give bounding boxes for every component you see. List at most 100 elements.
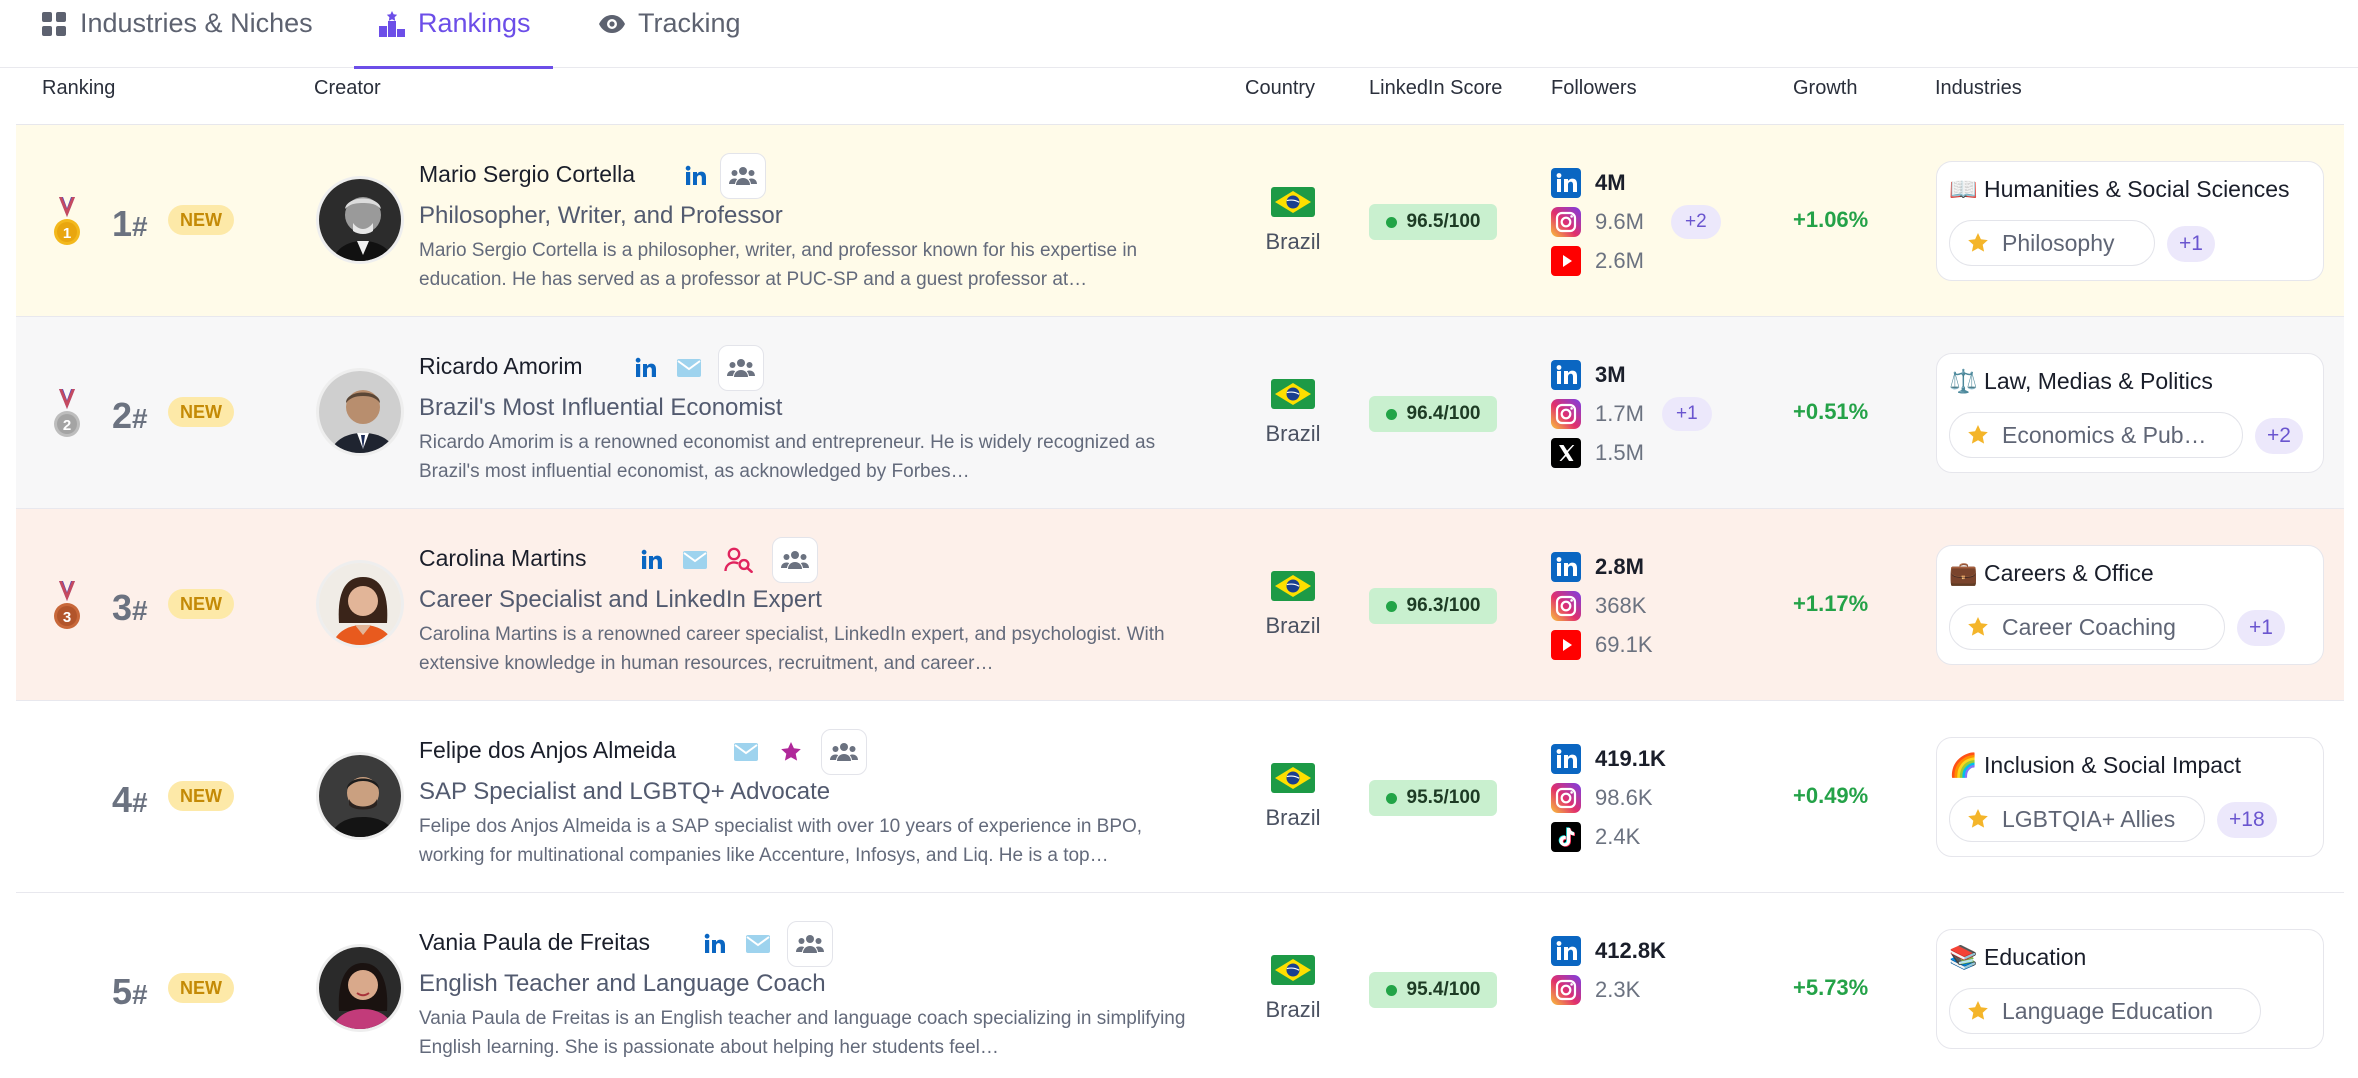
instagram-icon[interactable] <box>1551 399 1581 429</box>
more-platforms-badge[interactable]: +1 <box>1662 397 1712 431</box>
linkedin-icon[interactable] <box>634 356 658 380</box>
column-industries[interactable]: Industries <box>1935 69 2022 125</box>
youtube-icon[interactable] <box>1551 246 1581 276</box>
status-dot <box>1385 600 1397 612</box>
creator-name[interactable]: Felipe dos Anjos Almeida <box>419 737 676 764</box>
score-value: 96.4/100 <box>1406 403 1481 424</box>
industry-title[interactable]: 📚 Education <box>1949 944 2086 971</box>
x-icon[interactable] <box>1551 438 1581 468</box>
more-niches-badge[interactable]: +1 <box>2237 610 2285 646</box>
star-icon <box>1966 807 1990 831</box>
star-icon <box>1966 231 1990 255</box>
creator-name[interactable]: Carolina Martins <box>419 545 586 572</box>
industry-title[interactable]: 📖 Humanities & Social Sciences <box>1949 176 2290 203</box>
instagram-icon[interactable] <box>1551 975 1581 1005</box>
column-growth[interactable]: Growth <box>1793 69 1857 125</box>
team-button[interactable] <box>720 153 766 199</box>
table-row[interactable]: 2 2# NEW Ricardo Amorim Brazil's Most In… <box>16 317 2344 509</box>
brazil-flag-icon <box>1271 571 1315 601</box>
instagram-icon[interactable] <box>1551 207 1581 237</box>
team-button[interactable] <box>787 921 833 967</box>
instagram-icon[interactable] <box>1551 783 1581 813</box>
industry-title[interactable]: 🌈 Inclusion & Social Impact <box>1949 752 2241 779</box>
linkedin-icon[interactable] <box>1551 744 1581 774</box>
rank-number: 2# <box>112 395 148 436</box>
new-badge: NEW <box>168 589 234 619</box>
creator-description: Vania Paula de Freitas is an English tea… <box>419 1008 1186 1058</box>
team-button[interactable] <box>772 537 818 583</box>
tab-label: Industries & Niches <box>80 8 313 38</box>
niche-chip[interactable]: Economics & Pub… <box>1949 412 2243 458</box>
country-name: Brazil <box>1265 229 1321 254</box>
niche-chip[interactable]: Career Coaching <box>1949 604 2225 650</box>
tab-tracking[interactable]: Tracking <box>598 0 741 68</box>
team-icon <box>830 741 858 763</box>
table-row[interactable]: 1 1# NEW Mario Sergio Cortella Philosoph… <box>16 125 2344 317</box>
mail-icon[interactable] <box>733 742 759 762</box>
country-cell: Brazil <box>1253 379 1333 447</box>
mail-icon[interactable] <box>676 358 702 378</box>
more-niches-badge[interactable]: +18 <box>2217 802 2277 838</box>
instagram-icon[interactable] <box>1551 591 1581 621</box>
column-ranking[interactable]: Ranking <box>42 69 115 125</box>
column-country[interactable]: Country <box>1245 69 1315 125</box>
tiktok-icon[interactable] <box>1551 822 1581 852</box>
niche-chip[interactable]: Philosophy <box>1949 220 2155 266</box>
youtube-icon[interactable] <box>1551 630 1581 660</box>
team-button[interactable] <box>718 345 764 391</box>
country-name: Brazil <box>1265 997 1321 1022</box>
table-row[interactable]: 3 3# NEW Carolina Martins Career Special… <box>16 509 2344 701</box>
tab-industries-niches[interactable]: Industries & Niches <box>40 0 313 68</box>
follower-linkedin: 4M <box>1551 163 1711 202</box>
table-row[interactable]: 4# NEW Felipe dos Anjos Almeida SAP Spec… <box>16 701 2344 893</box>
star-icon <box>1966 423 1990 447</box>
creator-actions <box>634 344 764 392</box>
linkedin-icon[interactable] <box>684 164 708 188</box>
gold-medal-icon: 1 <box>54 197 80 245</box>
niche-chip[interactable]: LGBTQIA+ Allies <box>1949 796 2205 842</box>
star-icon[interactable] <box>779 740 803 764</box>
creator-name[interactable]: Ricardo Amorim <box>419 353 583 380</box>
column-followers[interactable]: Followers <box>1551 69 1637 125</box>
table-row[interactable]: 5# NEW Vania Paula de Freitas English Te… <box>16 893 2344 1078</box>
new-badge: NEW <box>168 205 234 235</box>
growth-value: +0.51% <box>1793 399 1869 424</box>
linkedin-icon[interactable] <box>1551 936 1581 966</box>
avatar[interactable] <box>316 752 404 840</box>
tab-rankings[interactable]: Rankings <box>354 0 553 69</box>
creator-name[interactable]: Mario Sergio Cortella <box>419 161 635 188</box>
column-creator[interactable]: Creator <box>314 69 381 125</box>
creator-actions <box>640 536 818 584</box>
mail-icon[interactable] <box>682 550 708 570</box>
niche-chip[interactable]: Language Education <box>1949 988 2261 1034</box>
linkedin-icon[interactable] <box>1551 168 1581 198</box>
mail-icon[interactable] <box>745 934 771 954</box>
industry-title[interactable]: 💼 Careers & Office <box>1949 560 2154 587</box>
briefcase-icon: 💼 <box>1949 560 1978 586</box>
more-niches-badge[interactable]: +1 <box>2167 226 2215 262</box>
status-dot <box>1385 408 1397 420</box>
industry-title[interactable]: ⚖️ Law, Medias & Politics <box>1949 368 2213 395</box>
team-button[interactable] <box>821 729 867 775</box>
linkedin-icon[interactable] <box>640 548 664 572</box>
more-niches-badge[interactable]: +2 <box>2255 418 2303 454</box>
svg-text:2: 2 <box>63 417 71 434</box>
follower-linkedin: 3M <box>1551 355 1711 394</box>
avatar[interactable] <box>316 368 404 456</box>
creator-name[interactable]: Vania Paula de Freitas <box>419 929 650 956</box>
column-linkedin-score[interactable]: LinkedIn Score <box>1369 69 1502 125</box>
linkedin-icon[interactable] <box>703 932 727 956</box>
linkedin-icon[interactable] <box>1551 552 1581 582</box>
linkedin-icon[interactable] <box>1551 360 1581 390</box>
creator-description: Felipe dos Anjos Almeida is a SAP specia… <box>419 816 1143 866</box>
star-icon <box>1966 999 1990 1023</box>
avatar[interactable] <box>316 560 404 648</box>
status-dot <box>1385 216 1397 228</box>
bronze-medal-icon: 3 <box>54 581 80 629</box>
avatar[interactable] <box>316 176 404 264</box>
user-search-icon[interactable] <box>724 547 754 573</box>
more-platforms-badge[interactable]: +2 <box>1671 205 1721 239</box>
follower-linkedin: 412.8K <box>1551 931 1711 970</box>
avatar[interactable] <box>316 944 404 1032</box>
creator-title: Philosopher, Writer, and Professor <box>419 202 783 229</box>
